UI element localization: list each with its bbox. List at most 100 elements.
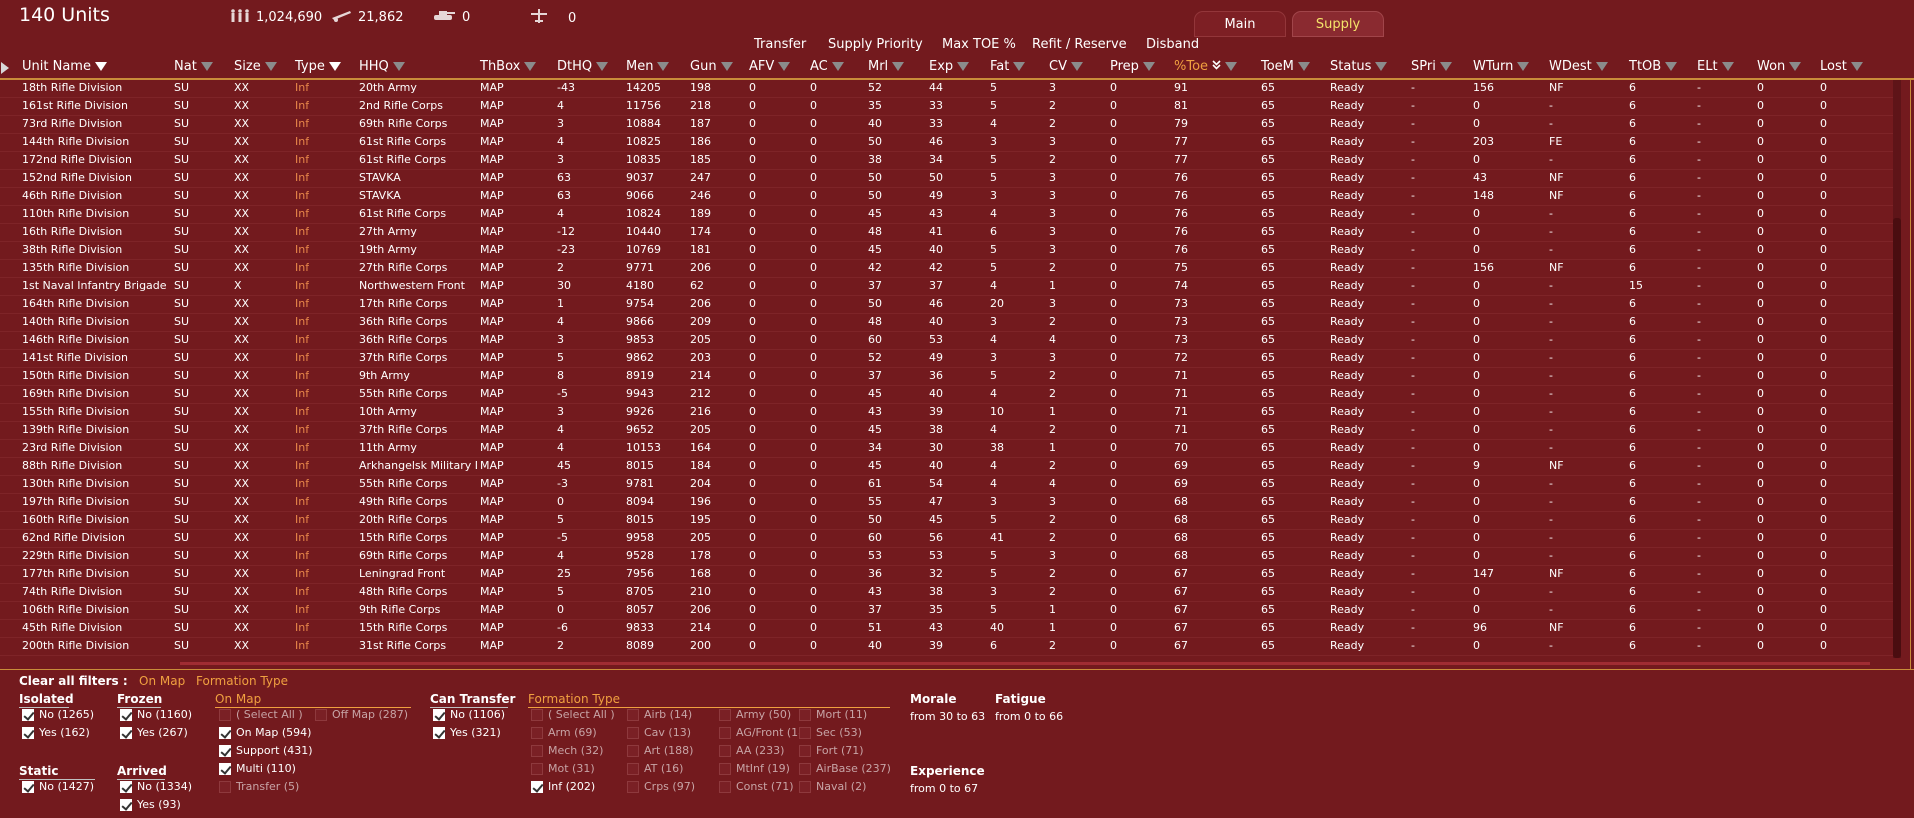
table-row[interactable]: 1st Naval Infantry Brigade SU X Inf Northwes… <box>0 278 1896 296</box>
checkbox-icon[interactable] <box>531 726 543 739</box>
column-header-toem[interactable]: ToeM <box>1261 59 1310 74</box>
filter-checkbox[interactable]: Off Map (287) <box>315 708 408 721</box>
scrollbar-thumb[interactable] <box>1893 218 1901 658</box>
filter-checkbox[interactable]: MtInf (19) <box>719 762 790 775</box>
table-row[interactable]: 150th Rifle Division SU XX Inf 9th Army MAP 8 8… <box>0 368 1896 386</box>
table-row[interactable]: 197th Rifle Division SU XX Inf 49th Rifle Co… <box>0 494 1896 512</box>
cell-unit-name[interactable]: 155th Rifle Division <box>22 405 129 418</box>
filter-funnel-icon[interactable] <box>1850 62 1863 71</box>
table-row[interactable]: 161st Rifle Division SU XX Inf 2nd Rifle Cor… <box>0 98 1896 116</box>
table-row[interactable]: 74th Rifle Division SU XX Inf 48th Rifle Cor… <box>0 584 1896 602</box>
cell-unit-name[interactable]: 200th Rifle Division <box>22 639 129 652</box>
column-header-lost[interactable]: Lost <box>1820 59 1863 74</box>
cell-unit-name[interactable]: 140th Rifle Division <box>22 315 129 328</box>
cell-unit-name[interactable]: 73rd Rifle Division <box>22 117 122 130</box>
fatigue-range[interactable]: from 0 to 66 <box>995 710 1063 723</box>
filter-checkbox[interactable]: Support (431) <box>219 744 313 757</box>
filter-funnel-icon[interactable] <box>1595 62 1608 71</box>
table-row[interactable]: 23rd Rifle Division SU XX Inf 11th Army MAP 4 1… <box>0 440 1896 458</box>
table-row[interactable]: 62nd Rifle Division SU XX Inf 15th Rifle Cor… <box>0 530 1896 548</box>
table-row[interactable]: 135th Rifle Division SU XX Inf 27th Rifle Co… <box>0 260 1896 278</box>
column-header-mrl[interactable]: Mrl <box>868 59 905 74</box>
horizontal-scrollbar[interactable] <box>180 662 1870 665</box>
active-filter-formation-type[interactable]: Formation Type <box>196 674 288 688</box>
filter-funnel-icon[interactable] <box>596 62 609 71</box>
checkbox-icon[interactable] <box>627 744 639 757</box>
checkbox-icon[interactable] <box>627 708 639 721</box>
filter-checkbox[interactable]: Mort (11) <box>799 708 867 721</box>
cell-unit-name[interactable]: 38th Rifle Division <box>22 243 122 256</box>
filter-funnel-icon[interactable] <box>657 62 670 71</box>
checkbox-icon[interactable] <box>531 708 543 721</box>
table-row[interactable]: 144th Rifle Division SU XX Inf 61st Rifle Co… <box>0 134 1896 152</box>
table-row[interactable]: 16th Rifle Division SU XX Inf 27th Army MAP -1… <box>0 224 1896 242</box>
filter-funnel-icon[interactable] <box>1721 62 1734 71</box>
filter-checkbox[interactable]: Yes (267) <box>120 726 188 739</box>
cell-unit-name[interactable]: 106th Rifle Division <box>22 603 129 616</box>
filter-checkbox[interactable]: AirBase (237) <box>799 762 891 775</box>
filter-checkbox[interactable]: ( Select All ) <box>219 708 303 721</box>
filter-checkbox[interactable]: Sec (53) <box>799 726 862 739</box>
filter-checkbox[interactable]: Art (188) <box>627 744 693 757</box>
filter-checkbox[interactable]: Yes (162) <box>22 726 90 739</box>
column-header-exp[interactable]: Exp <box>929 59 970 74</box>
column-header-toe[interactable]: %Toe <box>1174 59 1238 74</box>
column-header-cv[interactable]: CV <box>1049 59 1083 74</box>
cell-unit-name[interactable]: 197th Rifle Division <box>22 495 129 508</box>
filter-checkbox[interactable]: No (1334) <box>120 780 192 793</box>
checkbox-icon[interactable] <box>120 780 132 793</box>
checkbox-icon[interactable] <box>120 798 132 811</box>
checkbox-icon[interactable] <box>219 726 231 739</box>
table-row[interactable]: 172nd Rifle Division SU XX Inf 61st Rifle Co… <box>0 152 1896 170</box>
filter-checkbox[interactable]: Yes (321) <box>433 726 501 739</box>
clear-all-filters-button[interactable]: Clear all filters : <box>19 674 128 688</box>
filter-checkbox[interactable]: AA (233) <box>719 744 784 757</box>
cell-unit-name[interactable]: 45th Rifle Division <box>22 621 122 634</box>
filter-funnel-icon[interactable] <box>1013 62 1026 71</box>
filter-funnel-icon[interactable] <box>1517 62 1530 71</box>
checkbox-icon[interactable] <box>22 726 34 739</box>
filter-funnel-icon[interactable] <box>1297 62 1310 71</box>
filter-funnel-icon[interactable] <box>328 62 341 71</box>
checkbox-icon[interactable] <box>627 726 639 739</box>
column-header-fat[interactable]: Fat <box>990 59 1026 74</box>
transfer-button[interactable]: Transfer <box>754 37 806 52</box>
filter-funnel-icon[interactable] <box>1789 62 1802 71</box>
table-row[interactable]: 177th Rifle Division SU XX Inf Leningrad Fro… <box>0 566 1896 584</box>
cell-unit-name[interactable]: 146th Rifle Division <box>22 333 129 346</box>
checkbox-icon[interactable] <box>433 708 445 721</box>
filter-checkbox[interactable]: No (1265) <box>22 708 94 721</box>
table-row[interactable]: 139th Rifle Division SU XX Inf 37th Rifle Co… <box>0 422 1896 440</box>
column-header-gun[interactable]: Gun <box>690 59 733 74</box>
filter-funnel-icon[interactable] <box>200 62 213 71</box>
checkbox-icon[interactable] <box>799 762 811 775</box>
refit-reserve-button[interactable]: Refit / Reserve <box>1032 37 1127 52</box>
cell-unit-name[interactable]: 229th Rifle Division <box>22 549 129 562</box>
filter-checkbox[interactable]: AT (16) <box>627 762 683 775</box>
filter-funnel-icon[interactable] <box>264 62 277 71</box>
filter-checkbox[interactable]: Army (50) <box>719 708 791 721</box>
checkbox-icon[interactable] <box>219 744 231 757</box>
table-row[interactable]: 160th Rifle Division SU XX Inf 20th Rifle Co… <box>0 512 1896 530</box>
cell-unit-name[interactable]: 88th Rifle Division <box>22 459 122 472</box>
checkbox-icon[interactable] <box>719 762 731 775</box>
tab-main[interactable]: Main <box>1194 11 1286 37</box>
disband-button[interactable]: Disband <box>1146 37 1199 52</box>
filter-checkbox[interactable]: Naval (2) <box>799 780 866 793</box>
cell-unit-name[interactable]: 141st Rifle Division <box>22 351 128 364</box>
filter-checkbox[interactable]: Cav (13) <box>627 726 691 739</box>
column-header-nat[interactable]: Nat <box>174 59 213 74</box>
table-row[interactable]: 146th Rifle Division SU XX Inf 36th Rifle Co… <box>0 332 1896 350</box>
checkbox-icon[interactable] <box>531 780 543 793</box>
column-header-spri[interactable]: SPri <box>1411 59 1452 74</box>
filter-funnel-icon[interactable] <box>524 62 537 71</box>
cell-unit-name[interactable]: 144th Rifle Division <box>22 135 129 148</box>
checkbox-icon[interactable] <box>120 708 132 721</box>
cell-unit-name[interactable]: 23rd Rifle Division <box>22 441 122 454</box>
tab-supply[interactable]: Supply <box>1292 11 1384 37</box>
cell-unit-name[interactable]: 74th Rifle Division <box>22 585 122 598</box>
checkbox-icon[interactable] <box>719 726 731 739</box>
filter-funnel-icon[interactable] <box>957 62 970 71</box>
filter-funnel-icon[interactable] <box>831 62 844 71</box>
table-row[interactable]: 110th Rifle Division SU XX Inf 61st Rifle Co… <box>0 206 1896 224</box>
